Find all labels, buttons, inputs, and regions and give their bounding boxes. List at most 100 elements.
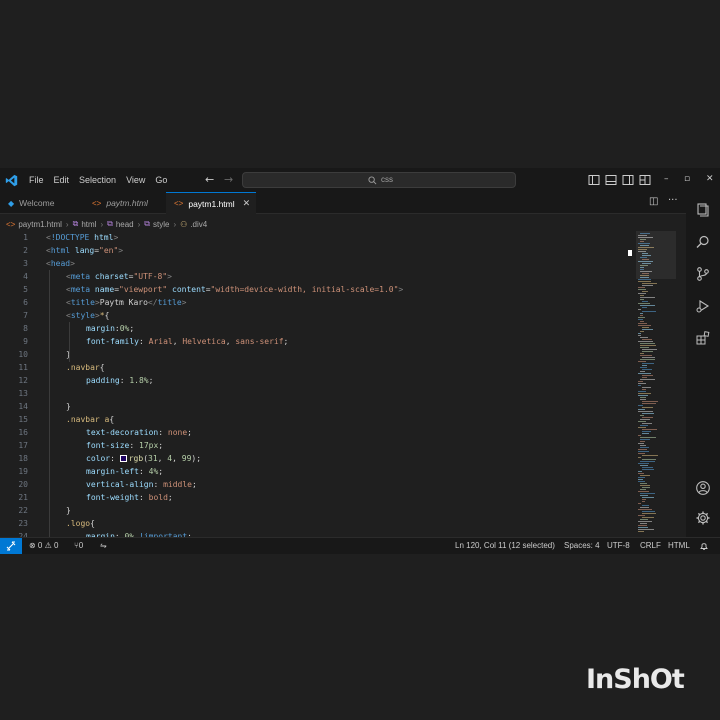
code-text: color: rgb(31, 4, 99); xyxy=(86,452,201,465)
minimap-line xyxy=(642,459,656,460)
language-mode[interactable]: HTML xyxy=(668,541,690,551)
minimap-line xyxy=(642,363,654,364)
line-number: 19 xyxy=(18,467,28,476)
explorer-icon[interactable] xyxy=(695,202,711,218)
forward-arrow-icon[interactable]: → xyxy=(224,173,233,187)
accounts-icon[interactable] xyxy=(695,480,711,496)
minimap-line xyxy=(638,333,641,334)
minimap-line xyxy=(638,471,642,472)
bell-icon[interactable] xyxy=(699,541,709,551)
code-text: .logo{ xyxy=(66,517,95,530)
breadcrumb-head[interactable]: head xyxy=(116,220,134,229)
minimap-line xyxy=(642,285,653,286)
code-token: , xyxy=(172,337,183,346)
code-text: margin-left: 4%; xyxy=(86,465,163,478)
live-share-icon[interactable]: ⇋ xyxy=(100,541,107,551)
minimap-viewport[interactable] xyxy=(636,231,676,279)
menu-selection[interactable]: Selection xyxy=(79,175,116,185)
code-text: margin:0%; xyxy=(86,322,134,335)
code-editor[interactable]: 1 <!DOCTYPE html> 2 <html lang="en"> 3 <head>… xyxy=(0,231,686,537)
eol-status[interactable]: CRLF xyxy=(640,541,661,551)
remote-indicator[interactable] xyxy=(0,538,22,554)
indentation-status[interactable]: Spaces: 4 xyxy=(564,541,600,551)
code-token: : xyxy=(119,376,130,385)
minimap-line xyxy=(638,509,652,510)
minimize-button[interactable]: – xyxy=(664,173,669,185)
code-token: lang xyxy=(70,246,95,255)
tab-welcome[interactable]: ◆ Welcome xyxy=(0,192,82,214)
toggle-panel-icon[interactable] xyxy=(605,174,617,186)
close-tab-icon[interactable]: ✕ xyxy=(243,198,251,209)
code-token: Paytm Karo xyxy=(99,298,148,307)
tab-paytm1-html[interactable]: <> paytm1.html ✕ xyxy=(166,192,256,214)
customize-layout-icon[interactable] xyxy=(639,174,651,186)
search-text: css xyxy=(381,175,393,184)
menu-go[interactable]: Go xyxy=(155,175,167,185)
ports-indicator[interactable]: ⑂0 xyxy=(74,541,83,551)
line-number: 3 xyxy=(23,259,28,268)
toggle-primary-sidebar-icon[interactable] xyxy=(588,174,600,186)
minimap-line xyxy=(640,359,655,360)
minimap-line xyxy=(640,489,646,490)
minimap-line xyxy=(640,475,650,476)
line-number: 23 xyxy=(18,519,28,528)
tab-paytm-html[interactable]: <> paytm.html xyxy=(82,192,166,214)
code-token: "viewport" xyxy=(119,285,168,294)
menu-view[interactable]: View xyxy=(126,175,145,185)
split-editor-icon[interactable]: ◫ xyxy=(649,196,658,207)
breadcrumb-html[interactable]: html xyxy=(81,220,96,229)
minimap-line xyxy=(638,325,651,326)
problems-indicator[interactable]: ⊗ 0 ⚠ 0 xyxy=(29,541,58,551)
code-token: title xyxy=(157,298,182,307)
line-number: 14 xyxy=(18,402,28,411)
gear-icon[interactable] xyxy=(695,510,711,526)
encoding-status[interactable]: UTF-8 xyxy=(607,541,630,551)
code-token: </ xyxy=(147,298,158,307)
minimap-line xyxy=(642,365,647,366)
back-arrow-icon[interactable]: ← xyxy=(205,173,214,187)
minimap-line xyxy=(640,331,644,332)
source-control-icon[interactable] xyxy=(695,266,711,282)
code-token: "UTF-8" xyxy=(133,272,168,281)
command-center-search[interactable]: css xyxy=(242,172,516,188)
code-token: : xyxy=(153,480,164,489)
minimap-line xyxy=(640,485,650,486)
close-window-button[interactable]: ✕ xyxy=(706,173,714,185)
code-token: none xyxy=(167,428,188,437)
minimap-line xyxy=(640,439,650,440)
code-token: margin xyxy=(86,324,115,333)
menu-edit[interactable]: Edit xyxy=(54,175,70,185)
indent-guide xyxy=(49,270,50,537)
element-icon: ⧉ xyxy=(144,219,151,228)
code-token: : xyxy=(138,337,149,346)
menu-file[interactable]: File xyxy=(29,175,44,185)
toggle-secondary-sidebar-icon[interactable] xyxy=(622,174,634,186)
minimap-line xyxy=(638,381,643,382)
minimap-line xyxy=(642,387,651,388)
maximize-button[interactable]: ▫ xyxy=(684,173,690,185)
activity-bar xyxy=(686,192,720,537)
line-number: 21 xyxy=(18,493,28,502)
line-number: 8 xyxy=(23,324,28,333)
breadcrumb-selector[interactable]: .div4 xyxy=(190,220,207,229)
code-token: html xyxy=(50,246,71,255)
code-text: <!DOCTYPE html> xyxy=(46,231,118,244)
tab-label: paytm1.html xyxy=(188,198,235,209)
more-actions-icon[interactable]: ··· xyxy=(668,195,678,206)
vertical-scrollbar[interactable] xyxy=(676,231,684,537)
minimap-line xyxy=(640,495,648,496)
color-swatch[interactable] xyxy=(119,455,127,462)
breadcrumb-file[interactable]: paytm1.html xyxy=(18,220,62,229)
code-token: , xyxy=(157,454,168,463)
search-icon[interactable] xyxy=(695,234,711,250)
code-text: text-decoration: none; xyxy=(86,426,192,439)
code-token: head xyxy=(50,259,71,268)
run-and-debug-icon[interactable] xyxy=(695,298,711,314)
breadcrumb-style[interactable]: style xyxy=(153,220,169,229)
minimap-line xyxy=(642,455,658,456)
cursor-position[interactable]: Ln 120, Col 11 (12 selected) xyxy=(455,541,555,551)
minimap[interactable] xyxy=(636,231,676,537)
code-text: padding: 1.8%; xyxy=(86,374,153,387)
extensions-icon[interactable] xyxy=(695,330,711,346)
minimap-line xyxy=(642,389,646,390)
